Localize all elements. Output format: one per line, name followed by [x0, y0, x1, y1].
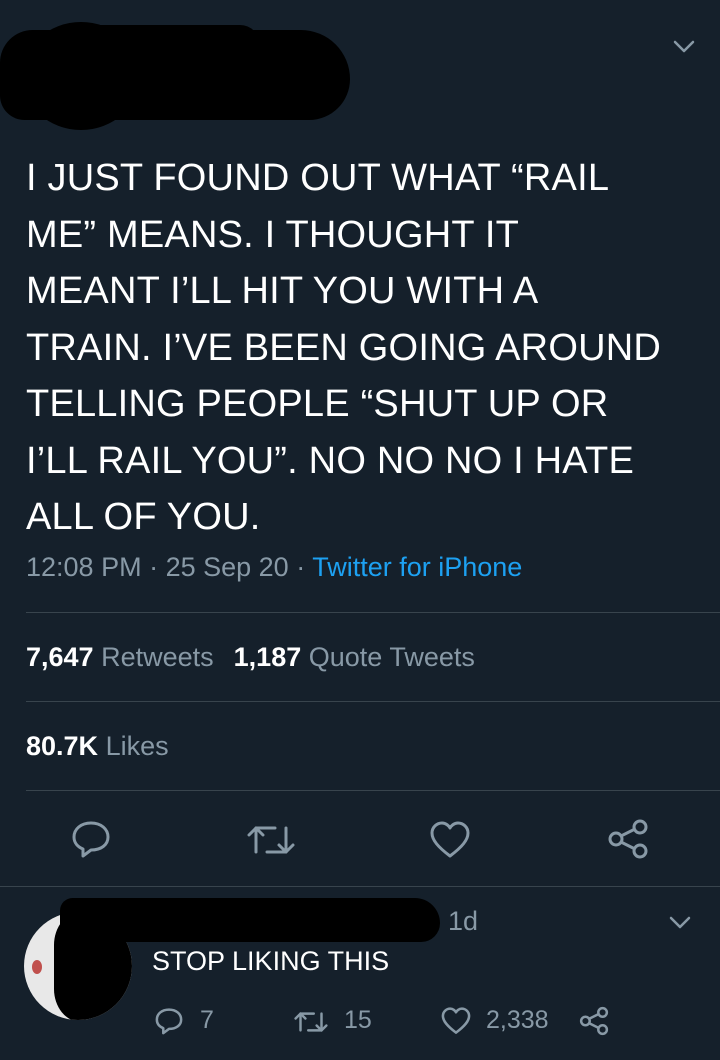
chevron-down-icon[interactable] — [672, 36, 696, 56]
likes-label: Likes — [105, 731, 169, 761]
retweet-stats-row: 7,647 Retweets 1,187 Quote Tweets — [26, 642, 475, 673]
tweet-source-link[interactable]: Twitter for iPhone — [312, 552, 522, 582]
retweet-icon[interactable] — [245, 820, 297, 860]
tweet-date: 25 Sep 20 — [165, 552, 289, 582]
retweets-label: Retweets — [101, 642, 214, 672]
divider — [26, 790, 720, 791]
share-icon[interactable] — [578, 1006, 610, 1036]
heart-icon[interactable] — [440, 1006, 472, 1036]
tweet-text: I JUST FOUND OUT WHAT “RAIL ME” MEANS. I… — [26, 157, 662, 538]
divider — [26, 612, 720, 613]
tweet-time: 12:08 PM — [26, 552, 142, 582]
reply-time: 1d — [448, 906, 479, 936]
redacted-author-handle — [80, 25, 260, 65]
reply-icon[interactable] — [70, 818, 112, 860]
heart-icon[interactable] — [428, 820, 472, 860]
retweets-stat[interactable]: 7,647 Retweets — [26, 642, 214, 672]
quotes-stat[interactable]: 1,187 Quote Tweets — [234, 642, 475, 672]
retweets-count: 7,647 — [26, 642, 94, 672]
divider — [26, 701, 720, 702]
likes-stats-row[interactable]: 80.7K Likes — [26, 731, 169, 762]
redacted-reply-author — [60, 898, 440, 942]
quotes-count: 1,187 — [233, 642, 302, 672]
reply-reply-count: 7 — [200, 1006, 214, 1034]
retweet-icon[interactable] — [292, 1008, 330, 1036]
share-icon[interactable] — [606, 818, 650, 860]
reply-like-count: 2,338 — [486, 1006, 549, 1034]
tweet-meta: 12:08 PM · 25 Sep 20 · Twitter for iPhon… — [26, 552, 522, 583]
quotes-label: Quote Tweets — [308, 642, 475, 672]
avatar-detail — [32, 960, 42, 974]
likes-count: 80.7K — [26, 731, 99, 761]
reply-text: STOP LIKING THIS — [152, 946, 390, 976]
reply-retweet-count: 15 — [344, 1006, 372, 1034]
reply-icon[interactable] — [154, 1006, 184, 1036]
meta-separator: · — [141, 552, 166, 582]
meta-separator: · — [288, 552, 313, 582]
divider — [0, 886, 720, 887]
chevron-down-icon[interactable] — [668, 912, 692, 932]
